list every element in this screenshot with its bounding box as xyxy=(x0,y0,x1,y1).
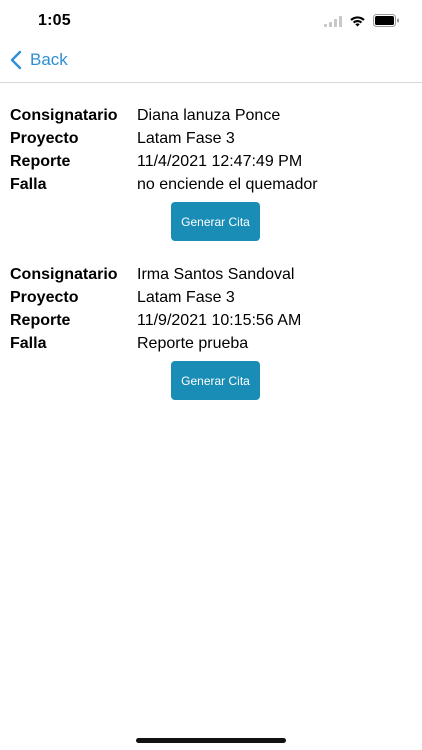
reporte-value: 11/4/2021 12:47:49 PM xyxy=(137,153,303,170)
wifi-icon xyxy=(349,14,366,32)
proyecto-value: Latam Fase 3 xyxy=(137,130,235,147)
consignatario-label: Consignatario xyxy=(10,266,118,283)
chevron-left-icon xyxy=(10,50,22,70)
falla-label: Falla xyxy=(10,176,47,193)
falla-value: no enciende el quemador xyxy=(137,176,318,193)
reporte-label: Reporte xyxy=(10,312,71,329)
falla-label: Falla xyxy=(10,335,47,352)
generar-cita-button[interactable]: Generar Cita xyxy=(171,361,260,400)
status-time: 1:05 xyxy=(38,12,71,29)
report-card: Consignatario Diana lanuza Ponce Proyect… xyxy=(10,104,412,241)
falla-row: Falla no enciende el quemador xyxy=(10,173,412,196)
proyecto-label: Proyecto xyxy=(10,130,79,147)
status-icons xyxy=(324,14,400,32)
proyecto-value: Latam Fase 3 xyxy=(137,289,235,306)
reporte-value: 11/9/2021 10:15:56 AM xyxy=(137,312,302,329)
consignatario-row: Consignatario Diana lanuza Ponce xyxy=(10,104,412,127)
proyecto-label: Proyecto xyxy=(10,289,79,306)
falla-value: Reporte prueba xyxy=(137,335,249,352)
consignatario-value: Irma Santos Sandoval xyxy=(137,266,295,283)
home-indicator[interactable] xyxy=(136,738,286,743)
proyecto-row: Proyecto Latam Fase 3 xyxy=(10,127,412,150)
reporte-row: Reporte 11/4/2021 12:47:49 PM xyxy=(10,150,412,173)
report-card: Consignatario Irma Santos Sandoval Proye… xyxy=(10,263,412,400)
navigation-bar: Back xyxy=(0,44,422,83)
signal-icon xyxy=(324,14,342,32)
consignatario-label: Consignatario xyxy=(10,107,118,124)
back-button[interactable]: Back xyxy=(10,50,68,70)
reporte-label: Reporte xyxy=(10,153,71,170)
falla-row: Falla Reporte prueba xyxy=(10,332,412,355)
consignatario-row: Consignatario Irma Santos Sandoval xyxy=(10,263,412,286)
proyecto-row: Proyecto Latam Fase 3 xyxy=(10,286,412,309)
consignatario-value: Diana lanuza Ponce xyxy=(137,107,281,124)
back-label: Back xyxy=(30,50,68,69)
generar-cita-button[interactable]: Generar Cita xyxy=(171,202,260,241)
reporte-row: Reporte 11/9/2021 10:15:56 AM xyxy=(10,309,412,332)
status-bar: 1:05 xyxy=(0,0,422,44)
battery-icon xyxy=(373,14,400,32)
